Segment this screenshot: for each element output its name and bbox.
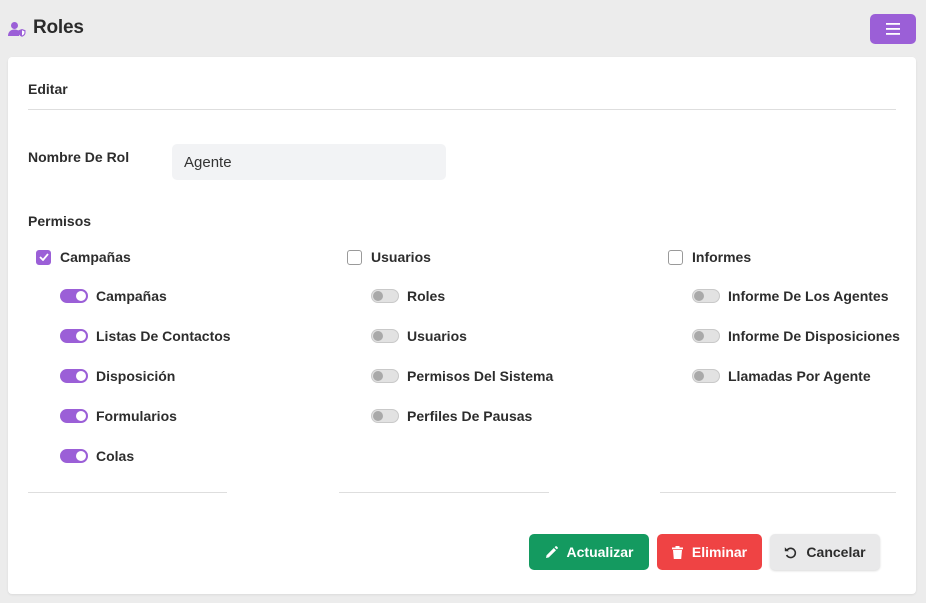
page-title: Roles xyxy=(33,17,84,38)
edit-role-card: Editar Nombre De Rol Permisos Campañas C… xyxy=(8,57,916,594)
permission-label: Informe De Los Agentes xyxy=(728,288,889,304)
update-button[interactable]: Actualizar xyxy=(529,534,649,570)
cancel-button[interactable]: Cancelar xyxy=(770,534,880,570)
group-informes[interactable]: Informes xyxy=(668,249,751,265)
permission-informe-de-los-agentes[interactable]: Informe De Los Agentes xyxy=(692,288,889,304)
toggle-llamadas-por-agente[interactable] xyxy=(692,369,720,383)
toggle-colas[interactable] xyxy=(60,449,88,463)
toggle-usuarios[interactable] xyxy=(371,329,399,343)
permission-disposicion[interactable]: Disposición xyxy=(60,368,175,384)
undo-icon xyxy=(784,546,797,559)
delete-button[interactable]: Eliminar xyxy=(657,534,762,570)
menu-button[interactable] xyxy=(870,14,916,44)
permission-usuarios[interactable]: Usuarios xyxy=(371,328,467,344)
permission-permisos-del-sistema[interactable]: Permisos Del Sistema xyxy=(371,368,553,384)
permission-label: Perfiles De Pausas xyxy=(407,408,533,424)
permission-label: Campañas xyxy=(96,288,167,304)
toggle-disposicion[interactable] xyxy=(60,369,88,383)
permission-llamadas-por-agente[interactable]: Llamadas Por Agente xyxy=(692,368,871,384)
group-label-informes: Informes xyxy=(692,249,752,265)
permissions-label: Permisos xyxy=(28,213,92,229)
group-label-usuarios: Usuarios xyxy=(371,249,431,265)
permission-formularios[interactable]: Formularios xyxy=(60,408,177,424)
toggle-permisos-del-sistema[interactable] xyxy=(371,369,399,383)
checkbox-campanas[interactable] xyxy=(36,249,51,265)
checkbox-informes[interactable] xyxy=(668,249,683,265)
page-header: Roles xyxy=(0,0,926,58)
permission-label: Llamadas Por Agente xyxy=(728,368,871,384)
pencil-icon xyxy=(545,545,558,559)
permission-colas[interactable]: Colas xyxy=(60,448,134,464)
hamburger-menu-icon xyxy=(886,23,900,35)
check-icon xyxy=(38,253,49,261)
toggle-perfiles-de-pausas[interactable] xyxy=(371,409,399,423)
card-title: Editar xyxy=(28,81,68,97)
toggle-formularios[interactable] xyxy=(60,409,88,423)
title-divider xyxy=(28,109,896,110)
toggle-roles[interactable] xyxy=(371,289,399,303)
permission-informe-de-disposiciones[interactable]: Informe De Disposiciones xyxy=(692,328,900,344)
group-label-campanas: Campañas xyxy=(60,249,131,265)
permission-label: Formularios xyxy=(96,408,177,424)
update-button-label: Actualizar xyxy=(566,544,634,560)
permission-campanas[interactable]: Campañas xyxy=(60,288,167,304)
permission-label: Roles xyxy=(407,288,446,304)
trash-icon xyxy=(671,545,683,559)
permission-label: Informe De Disposiciones xyxy=(728,328,900,344)
permission-label: Listas De Contactos xyxy=(96,328,231,344)
group-campanas[interactable]: Campañas xyxy=(36,249,131,265)
column-divider xyxy=(339,492,549,493)
permission-label: Usuarios xyxy=(407,328,467,344)
permission-label: Permisos Del Sistema xyxy=(407,368,554,384)
delete-button-label: Eliminar xyxy=(691,544,748,560)
permission-roles[interactable]: Roles xyxy=(371,288,445,304)
permission-listas-de-contactos[interactable]: Listas De Contactos xyxy=(60,328,231,344)
toggle-informe-de-disposiciones[interactable] xyxy=(692,329,720,343)
column-divider xyxy=(660,492,896,493)
permission-label: Disposición xyxy=(96,368,176,384)
permission-label: Colas xyxy=(96,448,135,464)
toggle-campanas[interactable] xyxy=(60,289,88,303)
toggle-listas-de-contactos[interactable] xyxy=(60,329,88,343)
toggle-informe-de-los-agentes[interactable] xyxy=(692,289,720,303)
cancel-button-label: Cancelar xyxy=(806,544,866,560)
user-shield-icon xyxy=(8,22,26,37)
column-divider xyxy=(28,492,227,493)
role-name-label: Nombre De Rol xyxy=(28,149,130,165)
checkbox-usuarios[interactable] xyxy=(347,249,362,265)
role-name-input[interactable] xyxy=(172,144,446,180)
group-usuarios[interactable]: Usuarios xyxy=(347,249,431,265)
permission-perfiles-de-pausas[interactable]: Perfiles De Pausas xyxy=(371,408,532,424)
